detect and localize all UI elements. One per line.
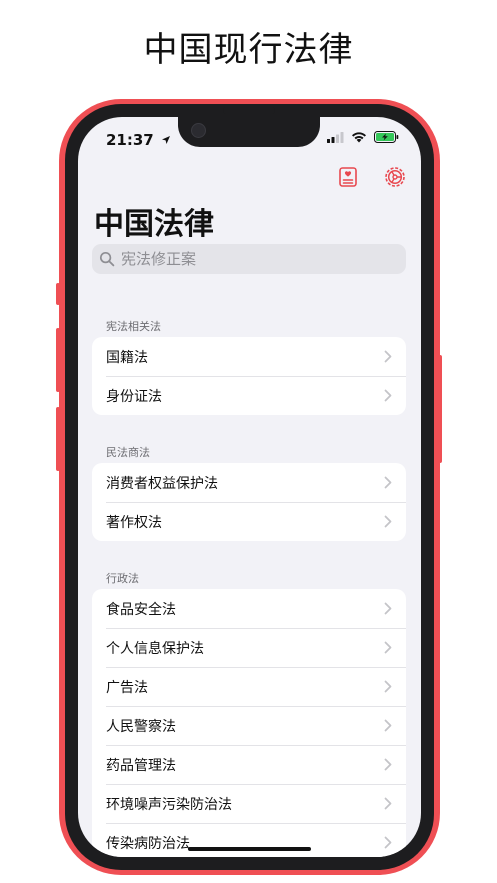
list-item-label: 广告法 xyxy=(106,679,148,696)
list-item-label: 食品安全法 xyxy=(106,601,176,618)
law-list-group: 国籍法 身份证法 xyxy=(92,337,406,415)
home-indicator[interactable] xyxy=(188,847,311,851)
list-item-label: 环境噪声污染防治法 xyxy=(106,796,232,813)
list-item[interactable]: 环境噪声污染防治法 xyxy=(92,784,406,823)
phone-side-button xyxy=(56,283,60,305)
phone-camera xyxy=(191,123,206,138)
favorites-list-icon[interactable] xyxy=(336,165,360,189)
phone-power-button xyxy=(438,355,442,463)
list-item[interactable]: 药品管理法 xyxy=(92,745,406,784)
app-screen: 21:37 中国法律 宪法修正案 宪法相关法 国籍法 身份证法 民法商法 消费者… xyxy=(78,117,421,857)
list-item[interactable]: 消费者权益保护法 xyxy=(92,463,406,502)
chevron-right-icon xyxy=(384,350,392,363)
list-item-label: 消费者权益保护法 xyxy=(106,475,218,492)
chevron-right-icon xyxy=(384,602,392,615)
chevron-right-icon xyxy=(384,680,392,693)
list-item[interactable]: 身份证法 xyxy=(92,376,406,415)
search-bar[interactable] xyxy=(92,244,406,274)
settings-gear-icon[interactable] xyxy=(383,165,407,189)
promo-headline: 中国现行法律 xyxy=(143,30,354,70)
list-item[interactable]: 传染病防治法 xyxy=(92,823,406,857)
list-item-label: 身份证法 xyxy=(106,388,162,405)
page-title: 中国法律 xyxy=(94,207,214,242)
list-item[interactable]: 人民警察法 xyxy=(92,706,406,745)
chevron-right-icon xyxy=(384,797,392,810)
list-item-label: 著作权法 xyxy=(106,514,162,531)
phone-speaker xyxy=(223,107,275,114)
law-list-group: 食品安全法 个人信息保护法 广告法 人民警察法 药品管理法 环境噪声污染防治法 … xyxy=(92,589,406,857)
phone-volume-up xyxy=(56,328,60,392)
list-item[interactable]: 广告法 xyxy=(92,667,406,706)
battery-charging-icon xyxy=(374,131,399,143)
list-item[interactable]: 国籍法 xyxy=(92,337,406,376)
toolbar xyxy=(336,165,407,189)
list-item[interactable]: 食品安全法 xyxy=(92,589,406,628)
list-item[interactable]: 著作权法 xyxy=(92,502,406,541)
law-list-group: 消费者权益保护法 著作权法 xyxy=(92,463,406,541)
chevron-right-icon xyxy=(384,758,392,771)
chevron-right-icon xyxy=(384,641,392,654)
chevron-right-icon xyxy=(384,476,392,489)
list-item-label: 人民警察法 xyxy=(106,718,176,735)
section-header: 宪法相关法 xyxy=(106,320,161,333)
list-item-label: 药品管理法 xyxy=(106,757,176,774)
section-header: 民法商法 xyxy=(106,446,150,459)
status-time: 21:37 xyxy=(106,131,171,149)
chevron-right-icon xyxy=(384,719,392,732)
phone-volume-down xyxy=(56,407,60,471)
wifi-icon xyxy=(352,132,366,143)
list-item-label: 传染病防治法 xyxy=(106,835,190,852)
search-input[interactable] xyxy=(119,249,383,269)
section-header: 行政法 xyxy=(106,572,139,585)
list-item[interactable]: 个人信息保护法 xyxy=(92,628,406,667)
list-item-label: 国籍法 xyxy=(106,349,148,366)
chevron-right-icon xyxy=(384,836,392,849)
chevron-right-icon xyxy=(384,389,392,402)
cellular-signal-icon xyxy=(327,131,344,143)
chevron-right-icon xyxy=(384,515,392,528)
search-icon xyxy=(99,251,115,267)
status-indicators xyxy=(327,131,399,143)
location-arrow-icon xyxy=(161,136,170,144)
list-item-label: 个人信息保护法 xyxy=(106,640,204,657)
